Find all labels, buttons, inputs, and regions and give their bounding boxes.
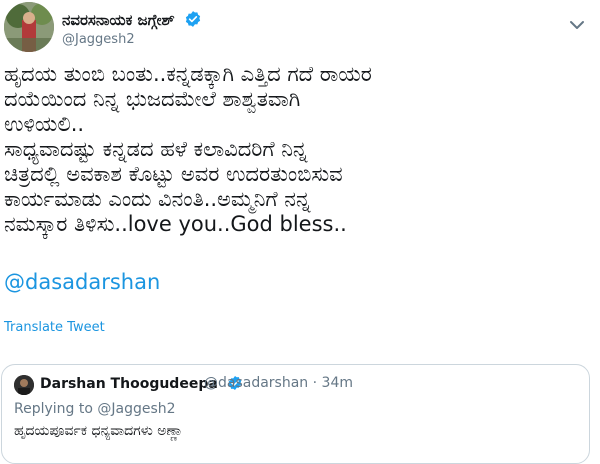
chevron-down-icon[interactable] — [566, 14, 588, 36]
translate-tweet-link[interactable]: Translate Tweet — [4, 320, 105, 335]
quoted-tweet-card[interactable]: Darshan Thoogudeepa @dasadarshan · 34m R… — [1, 364, 590, 464]
quoted-tweet-text: ಹೃದಯಪೂರ್ವಕ ಧನ್ಯವಾದಗಳು ಅಣ್ಣಾ — [14, 423, 184, 439]
verified-badge-icon — [184, 10, 202, 32]
author-avatar[interactable] — [4, 2, 54, 52]
tweet-text-line: ಹೃದಯ ತುಂಬಿ ಬಂತು..ಕನ್ನಡಕ್ಕಾಗಿ ಎತ್ತಿದ ಗದೆ … — [4, 62, 372, 86]
tweet-body: ಹೃದಯ ತುಂಬಿ ಬಂತು..ಕನ್ನಡಕ್ಕಾಗಿ ಎತ್ತಿದ ಗದೆ … — [4, 62, 594, 237]
quoted-author-avatar — [14, 375, 34, 395]
tweet-text-line: ಕಾರ್ಯಮಾಡು ಎಂದು ವಿನಂತಿ..ಅಮ್ಮನಿಗೆ ನನ್ನ — [4, 187, 311, 211]
tweet-text-line: ಉಳಿಯಲಿ.. — [4, 112, 85, 136]
author-handle[interactable]: @Jaggesh2 — [62, 32, 135, 47]
mention-link[interactable]: @dasadarshan — [4, 270, 160, 294]
replying-to-text: Replying to @Jaggesh2 — [14, 401, 176, 417]
quoted-tweet-meta: @dasadarshan · 34m — [204, 375, 353, 391]
quoted-tweet-time: 34m — [321, 375, 353, 391]
tweet-header: ನವರಸನಾಯಕ ಜಗ್ಗೇಶ್ @Jaggesh2 — [0, 0, 600, 60]
quoted-author-name-text: Darshan Thoogudeepa — [40, 376, 218, 392]
author-name-text: ನವರಸನಾಯಕ ಜಗ್ಗೇಶ್ — [62, 11, 175, 29]
tweet-text-line: ಸಾಧ್ಯವಾದಷ್ಟು ಕನ್ನಡದ ಹಳೆ ಕಲಾವಿದರಿಗೆ ನಿನ್ನ — [4, 137, 308, 161]
author-display-name[interactable]: ನವರಸನಾಯಕ ಜಗ್ಗೇಶ್ — [62, 10, 202, 32]
quoted-author-handle: @dasadarshan — [204, 375, 309, 391]
tweet-text-line: ನಮಸ್ಕಾರ ತಿಳಿಸು..love you..God bless.. — [4, 212, 347, 236]
tweet-text-line: ದಯೆಯಿಂದ ನಿನ್ನ ಭುಜದಮೇಲೆ ಶಾಶ್ವತವಾಗಿ — [4, 87, 301, 111]
meta-separator: · — [312, 375, 318, 391]
tweet-text-line: ಚಿತ್ರದಲ್ಲಿ ಅವಕಾಶ ಕೊಟ್ಟು ಅವರ ಉದರತುಂಬಿಸುವ — [4, 162, 343, 186]
